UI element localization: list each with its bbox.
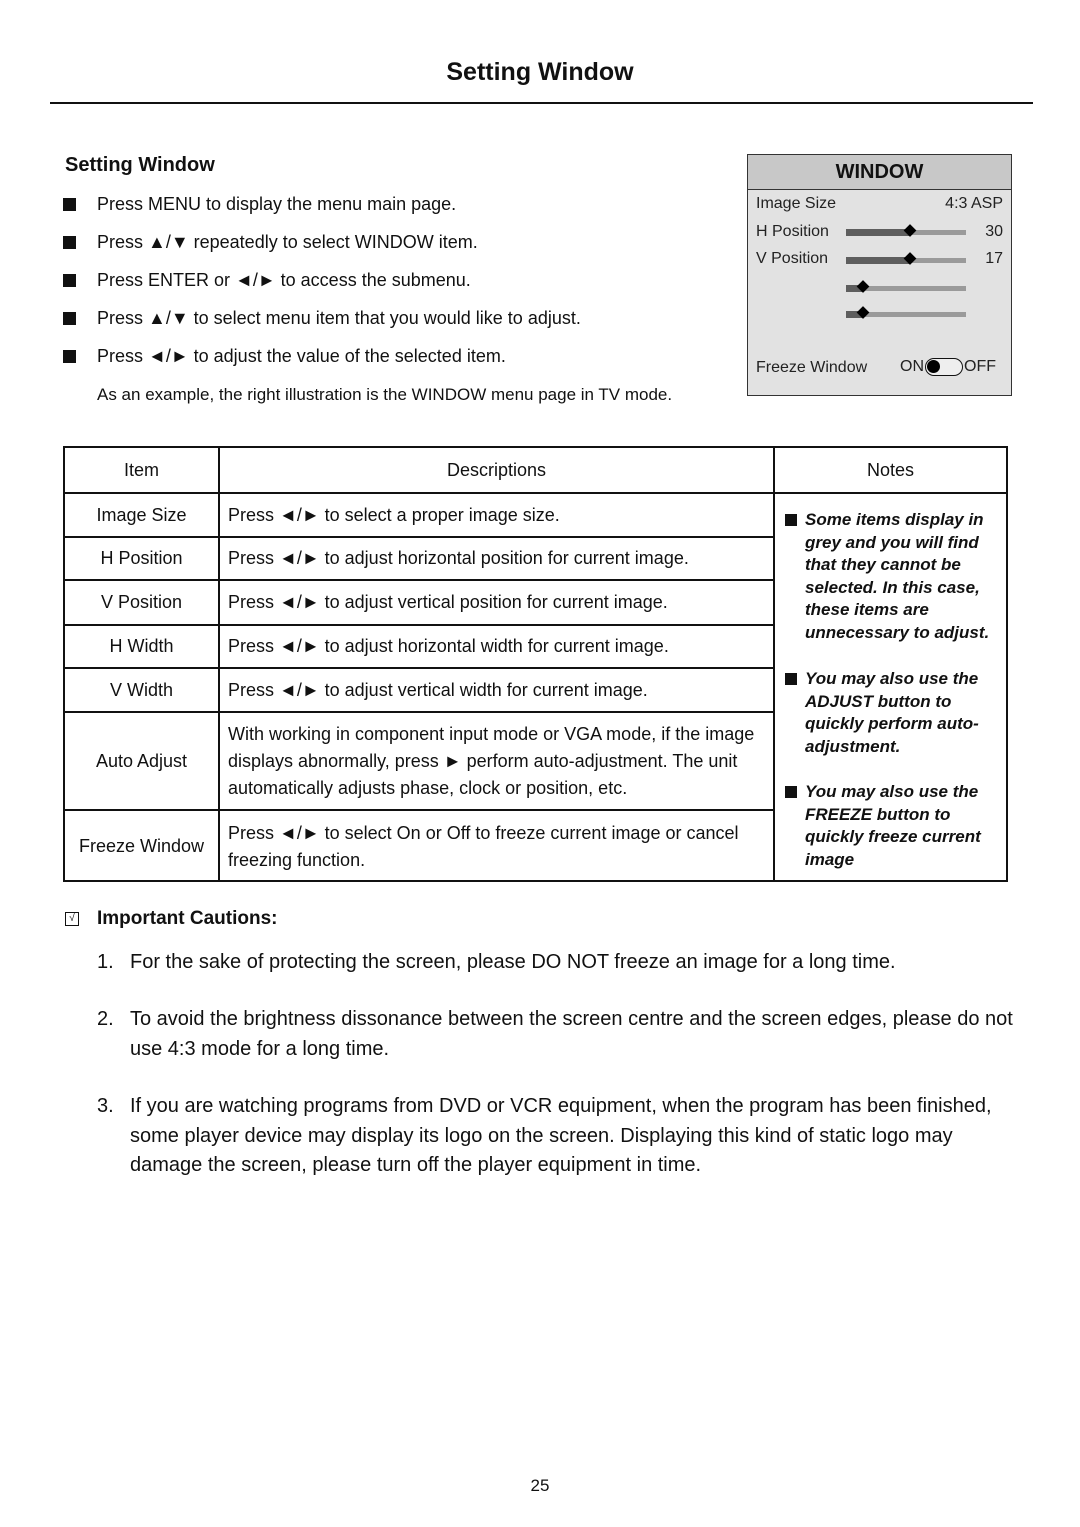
osd-value-h-position: 30 — [985, 223, 1003, 240]
step-item: Press ▲/▼ repeatedly to select WINDOW it… — [63, 232, 478, 253]
step-item: Press ENTER or ◄/► to access the submenu… — [63, 270, 471, 291]
osd-label-v-position: V Position — [756, 250, 829, 267]
example-note: As an example, the right illustration is… — [97, 385, 673, 404]
note-text: Some items display in grey and you will … — [805, 510, 990, 642]
cautions-heading: √ Important Cautions: — [65, 908, 278, 930]
step-text: Press ◄/► to adjust the value of the sel… — [97, 346, 506, 366]
slider-fill — [846, 229, 910, 236]
column-divider — [218, 448, 220, 880]
checkbox-checked-icon: √ — [65, 912, 79, 926]
row-description: Press ◄/► to select a proper image size. — [228, 504, 560, 525]
note-text: You may also use the FREEZE button to qu… — [805, 782, 981, 869]
row-description: Press ◄/► to adjust vertical position fo… — [228, 592, 668, 612]
row-item: H Position — [100, 548, 183, 568]
caution-item: 2. To avoid the brightness dissonance bet… — [97, 1005, 1027, 1064]
caution-item: 3. If you are watching programs from DVD … — [97, 1092, 1027, 1181]
bullet-square-icon — [63, 312, 76, 325]
row-item: H Width — [109, 636, 174, 656]
toggle-off-label: OFF — [964, 358, 996, 375]
v-width-slider-disabled — [846, 306, 966, 319]
caution-number: 3. — [97, 1095, 114, 1117]
toggle-on-label: ON — [900, 358, 924, 375]
note-item: Some items display in grey and you will … — [781, 509, 1006, 645]
bullet-square-icon — [785, 514, 797, 526]
caution-text: For the sake of protecting the screen, p… — [130, 951, 896, 973]
caution-number: 2. — [97, 1008, 114, 1030]
freeze-toggle-group: ON OFF — [900, 358, 996, 376]
bullet-square-icon — [63, 198, 76, 211]
slider-fill — [846, 257, 910, 264]
title-divider — [50, 102, 1033, 104]
settings-table: Item Descriptions Notes Image Size Press… — [63, 446, 1008, 882]
osd-window-menu: WINDOW Image Size 4:3 ASP H Position 30 … — [747, 154, 1012, 396]
step-text: Press ENTER or ◄/► to access the submenu… — [97, 270, 471, 290]
bullet-square-icon — [785, 673, 797, 685]
page-title: Setting Window — [446, 58, 634, 86]
bullet-square-icon — [63, 274, 76, 287]
osd-value-image-size: 4:3 ASP — [945, 195, 1003, 212]
osd-value-v-position: 17 — [985, 250, 1003, 267]
caution-text: To avoid the brightness dissonance betwe… — [130, 1008, 1013, 1060]
cautions-title: Important Cautions: — [97, 908, 278, 929]
row-item: Freeze Window — [78, 836, 205, 856]
toggle-knob — [927, 360, 940, 373]
osd-label-h-position: H Position — [756, 223, 829, 240]
step-item: Press ◄/► to adjust the value of the sel… — [63, 346, 506, 367]
h-position-slider — [846, 224, 966, 237]
row-description: With working in component input mode or … — [228, 723, 755, 798]
note-text: You may also use the ADJUST button to qu… — [805, 669, 979, 756]
caution-item: 1. For the sake of protecting the screen,… — [97, 948, 1027, 978]
note-item: You may also use the FREEZE button to qu… — [781, 781, 1006, 871]
caution-number: 1. — [97, 951, 114, 973]
step-text: Press ▲/▼ repeatedly to select WINDOW it… — [97, 232, 478, 252]
step-item: Press MENU to display the menu main page… — [63, 194, 456, 215]
header-notes: Notes — [866, 459, 915, 480]
row-item: Image Size — [96, 504, 187, 525]
row-description: Press ◄/► to select On or Off to freeze … — [228, 822, 739, 870]
row-item: Auto Adjust — [95, 750, 188, 771]
note-item: You may also use the ADJUST button to qu… — [781, 668, 1006, 758]
freeze-toggle-switch — [925, 358, 963, 376]
header-descriptions: Descriptions — [446, 459, 547, 480]
bullet-square-icon — [63, 236, 76, 249]
caution-text: If you are watching programs from DVD or… — [130, 1095, 992, 1176]
row-item: V Width — [109, 679, 174, 700]
page-number: 25 — [530, 1476, 550, 1495]
step-item: Press ▲/▼ to select menu item that you w… — [63, 308, 581, 329]
section-title: Setting Window — [65, 154, 215, 176]
step-text: Press MENU to display the menu main page… — [97, 194, 457, 214]
row-description: Press ◄/► to adjust horizontal width for… — [228, 636, 669, 656]
osd-header: WINDOW — [748, 155, 1011, 190]
step-text: Press ▲/▼ to select menu item that you w… — [97, 308, 581, 328]
bullet-square-icon — [63, 350, 76, 363]
row-description: Press ◄/► to adjust vertical width for c… — [228, 679, 648, 700]
bullet-square-icon — [785, 786, 797, 798]
header-item: Item — [123, 459, 159, 480]
h-width-slider-disabled — [846, 280, 966, 293]
row-item: V Position — [100, 592, 183, 612]
column-divider — [773, 448, 775, 880]
osd-label-freeze-window: Freeze Window — [756, 359, 868, 376]
row-description: Press ◄/► to adjust horizontal position … — [228, 548, 689, 568]
v-position-slider — [846, 252, 966, 265]
osd-label-image-size: Image Size — [756, 195, 837, 212]
